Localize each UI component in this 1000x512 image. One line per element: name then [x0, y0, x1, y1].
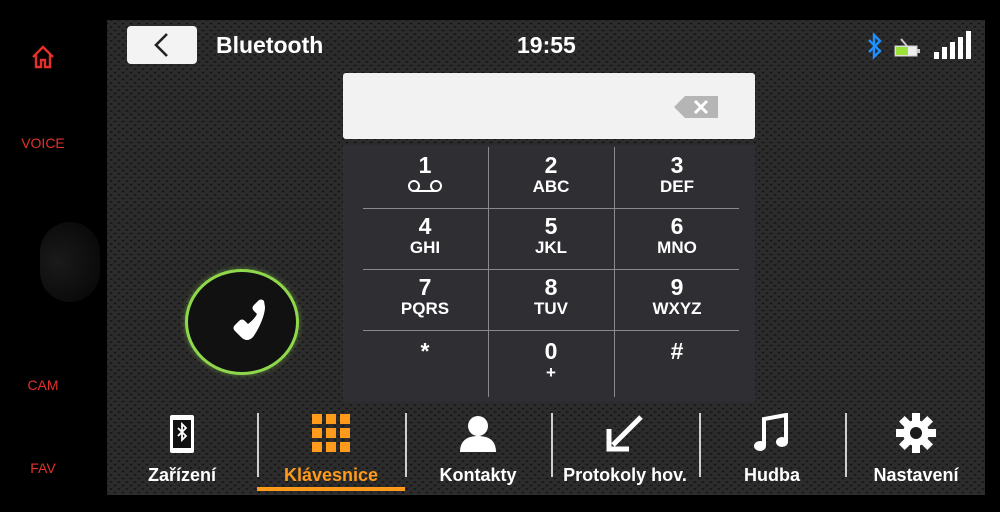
voice-hw-button[interactable]: VOICE — [0, 135, 86, 151]
key-letters: MNO — [657, 238, 697, 257]
key-digit: 0 — [544, 338, 558, 364]
bottom-tab-bar: Zařízení Klávesnice Kontakty Protokoly h… — [107, 405, 985, 495]
key-letters: DEF — [660, 177, 694, 196]
home-icon — [32, 45, 54, 69]
tab-klavesnice[interactable]: Klávesnice — [257, 405, 405, 495]
key-digit: 1 — [418, 152, 432, 178]
key-3[interactable]: 3 DEF — [614, 145, 740, 207]
key-digit: * — [420, 338, 430, 364]
tab-protokoly[interactable]: Protokoly hov. — [551, 405, 699, 495]
number-input[interactable] — [343, 73, 755, 139]
head-unit-screen: Bluetooth 19:55 1 2 ABC 3 DEF 4 GHI 5 JK… — [107, 20, 985, 495]
tab-zarizeni[interactable]: Zařízení — [107, 405, 257, 495]
tab-label: Zařízení — [147, 465, 217, 485]
key-digit: 8 — [544, 274, 558, 300]
cam-hw-button[interactable]: CAM — [0, 377, 86, 393]
tab-hudba[interactable]: Hudba — [699, 405, 845, 495]
key-0[interactable]: 0 + — [488, 331, 614, 393]
key-letters: WXYZ — [652, 299, 702, 318]
tab-nastaveni[interactable]: Nastavení — [847, 405, 985, 495]
call-log-icon — [606, 415, 643, 452]
signal-strength-icon — [934, 31, 971, 59]
tab-kontakty[interactable]: Kontakty — [405, 405, 551, 495]
key-digit: 3 — [670, 152, 684, 178]
key-letters: ABC — [532, 177, 570, 196]
tab-label: Hudba — [744, 465, 800, 485]
key-6[interactable]: 6 MNO — [614, 206, 740, 268]
volume-knob[interactable] — [40, 222, 100, 302]
voicemail-icon — [408, 180, 442, 192]
phone-handset-icon — [233, 299, 265, 340]
call-button[interactable] — [185, 269, 299, 375]
chevron-left-icon — [154, 33, 168, 57]
backspace-icon[interactable] — [673, 95, 719, 119]
key-digit: # — [670, 338, 684, 364]
active-tab-indicator — [257, 487, 405, 491]
tab-label: Nastavení — [873, 465, 959, 485]
tab-label: Kontakty — [439, 465, 517, 485]
tab-label: Klávesnice — [283, 465, 379, 485]
key-digit: 6 — [670, 213, 684, 239]
key-letters: JKL — [534, 238, 568, 257]
key-digit: 7 — [418, 274, 432, 300]
key-star[interactable]: * — [362, 331, 488, 393]
key-letters: + — [546, 363, 556, 382]
clock: 19:55 — [517, 32, 576, 58]
bluetooth-icon — [868, 32, 882, 60]
key-8[interactable]: 8 TUV — [488, 267, 614, 329]
phone-device-icon — [170, 415, 194, 453]
home-hw-button[interactable] — [0, 44, 86, 73]
key-letters: GHI — [409, 238, 441, 257]
back-button[interactable] — [127, 26, 197, 64]
dial-pad: 1 2 ABC 3 DEF 4 GHI 5 JKL 6 MNO 7 PQRS 8… — [343, 145, 755, 402]
key-letters: TUV — [534, 299, 568, 318]
battery-icon — [894, 38, 920, 57]
key-letters: PQRS — [400, 299, 450, 318]
status-bar: Bluetooth 19:55 — [107, 20, 985, 70]
settings-icon — [896, 413, 936, 453]
key-5[interactable]: 5 JKL — [488, 206, 614, 268]
keypad-icon — [312, 414, 350, 452]
key-4[interactable]: 4 GHI — [362, 206, 488, 268]
music-icon — [754, 413, 788, 451]
key-2[interactable]: 2 ABC — [488, 145, 614, 207]
key-1[interactable]: 1 — [362, 145, 488, 207]
key-digit: 4 — [418, 213, 432, 239]
tab-label: Protokoly hov. — [563, 465, 687, 485]
fav-hw-button[interactable]: FAV — [0, 460, 86, 476]
key-digit: 5 — [544, 213, 558, 239]
contact-icon — [460, 416, 496, 452]
key-hash[interactable]: # — [614, 331, 740, 393]
key-digit: 2 — [544, 152, 558, 178]
screen-title: Bluetooth — [216, 32, 324, 58]
key-9[interactable]: 9 WXYZ — [614, 267, 740, 329]
key-7[interactable]: 7 PQRS — [362, 267, 488, 329]
key-digit: 9 — [670, 274, 684, 300]
